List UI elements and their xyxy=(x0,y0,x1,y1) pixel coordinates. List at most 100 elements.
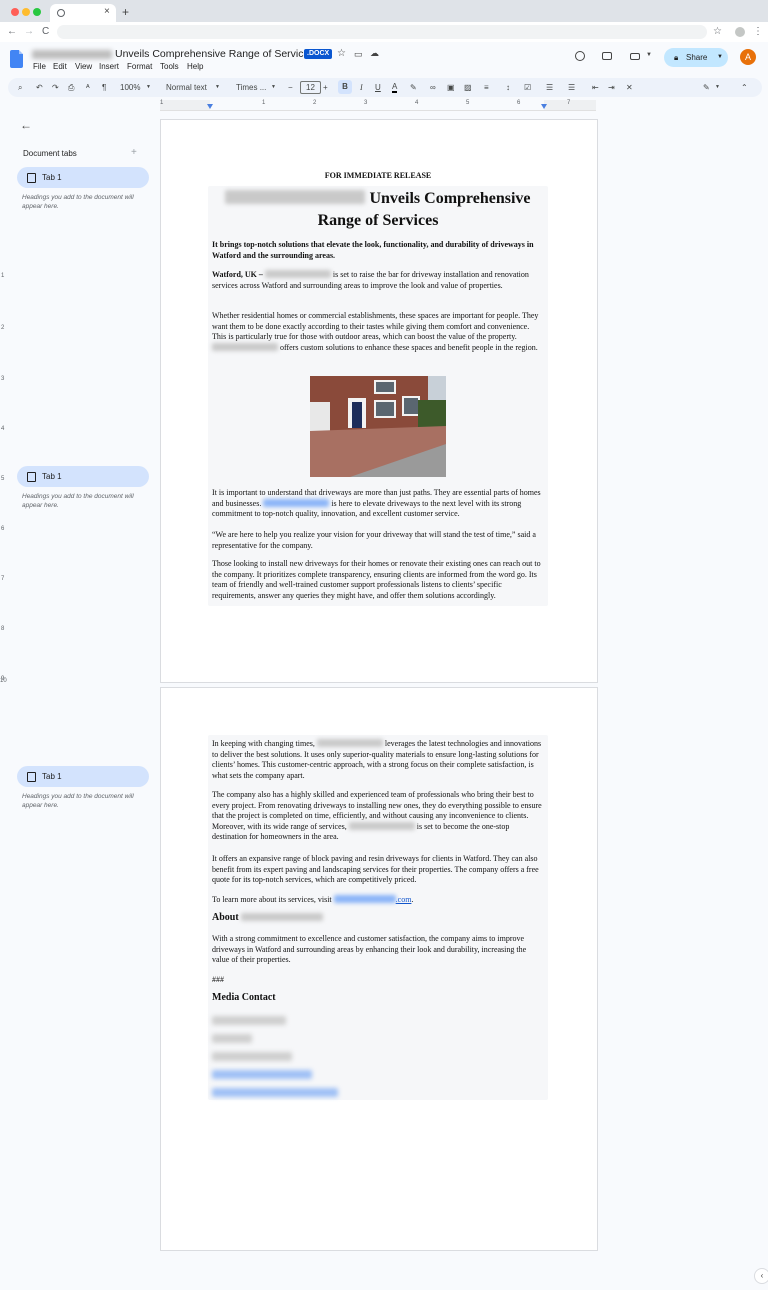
browser-tab[interactable]: × xyxy=(50,4,116,22)
minimize-window-icon[interactable] xyxy=(22,8,30,16)
align-icon[interactable]: ≡ xyxy=(484,82,489,93)
redacted-contact-website[interactable] xyxy=(212,1088,338,1097)
address-input[interactable] xyxy=(57,25,707,39)
increase-font-size-button[interactable]: + xyxy=(323,82,328,93)
menu-view[interactable]: View xyxy=(75,62,92,71)
reload-icon[interactable]: C xyxy=(42,25,49,39)
back-icon[interactable]: ← xyxy=(7,25,17,39)
menu-format[interactable]: Format xyxy=(127,62,152,71)
tab-hint: Headings you add to the document will ap… xyxy=(22,493,134,509)
website-link-suffix[interactable]: .com xyxy=(396,895,412,904)
menu-tools[interactable]: Tools xyxy=(160,62,179,71)
paragraph: To learn more about its services, visit … xyxy=(212,895,544,906)
account-avatar[interactable]: A xyxy=(740,49,756,65)
redacted-company-link[interactable] xyxy=(263,498,330,507)
redacted-website-link[interactable] xyxy=(333,895,396,903)
highlight-icon[interactable]: ✎ xyxy=(410,82,417,93)
numbered-list-icon[interactable]: ☰ xyxy=(568,82,575,93)
move-folder-icon[interactable]: ▭ xyxy=(354,49,363,60)
menu-insert[interactable]: Insert xyxy=(99,62,119,71)
italic-button[interactable]: I xyxy=(360,82,363,93)
share-button[interactable]: 🔒︎ Share ▼ xyxy=(664,48,728,67)
side-panel-toggle-icon[interactable]: ‹ xyxy=(754,1268,768,1284)
document-title[interactable]: Unveils Comprehensive Range of Services xyxy=(115,48,315,60)
increase-indent-icon[interactable]: ⇥ xyxy=(608,82,615,93)
clear-formatting-icon[interactable]: ✕ xyxy=(626,82,633,93)
style-select[interactable]: Normal text xyxy=(166,82,207,93)
profile-icon[interactable] xyxy=(735,27,745,37)
sidebar-tab-2[interactable]: Tab 1 xyxy=(17,466,149,487)
add-tab-button[interactable]: + xyxy=(131,147,137,158)
text-color-button[interactable]: A xyxy=(392,82,398,93)
spellcheck-icon[interactable]: ᴬ xyxy=(86,82,90,93)
meet-dropdown-icon[interactable]: ▼ xyxy=(646,52,652,58)
bold-button[interactable]: B xyxy=(338,80,352,94)
paragraph: Whether residential homes or commercial … xyxy=(212,311,544,353)
sidebar-tab-3[interactable]: Tab 1 xyxy=(17,766,149,787)
decrease-font-size-button[interactable]: − xyxy=(288,82,293,93)
new-tab-button[interactable]: + xyxy=(122,5,129,19)
menu-file[interactable]: File xyxy=(33,62,46,71)
undo-icon[interactable]: ↶ xyxy=(36,82,43,93)
ruler-number: 2 xyxy=(313,100,317,106)
paint-format-icon[interactable]: ¶ xyxy=(102,82,106,93)
release-label: FOR IMMEDIATE RELEASE xyxy=(324,171,432,180)
vruler-number: 2 xyxy=(1,325,5,331)
insert-image-icon[interactable]: ▨ xyxy=(464,82,472,93)
zoom-dropdown-icon[interactable]: ▼ xyxy=(146,82,151,93)
font-size-input[interactable]: 12 xyxy=(300,81,321,94)
about-heading: About xyxy=(212,912,544,924)
hide-menus-icon[interactable]: ⌃ xyxy=(741,82,748,93)
driveway-house-image[interactable] xyxy=(310,376,446,477)
version-history-icon[interactable] xyxy=(575,51,585,61)
comments-icon[interactable] xyxy=(602,52,612,60)
redacted-contact-line xyxy=(212,1034,252,1043)
paragraph-text: . xyxy=(411,895,414,904)
redacted-contact-email[interactable] xyxy=(212,1070,312,1079)
menu-help[interactable]: Help xyxy=(187,62,203,71)
left-indent-marker[interactable] xyxy=(207,104,213,109)
vruler-number: 8 xyxy=(1,626,5,632)
media-contact-heading: Media Contact xyxy=(212,992,276,1003)
link-icon[interactable]: ∞ xyxy=(430,82,436,93)
close-window-icon[interactable] xyxy=(11,8,19,16)
checklist-icon[interactable]: ☑ xyxy=(524,82,531,93)
add-comment-icon[interactable]: ▣ xyxy=(447,82,455,93)
vruler-number: 6 xyxy=(1,526,5,532)
tab-hint: Headings you add to the document will ap… xyxy=(22,194,134,210)
search-menus-icon[interactable]: ⌕ xyxy=(18,82,22,93)
document-tab-icon xyxy=(27,772,36,782)
paragraph: It is important to understand that drive… xyxy=(212,488,544,520)
editing-mode-icon[interactable]: ✎ xyxy=(703,82,710,93)
close-tab-icon[interactable]: × xyxy=(104,6,110,17)
right-indent-marker[interactable] xyxy=(541,104,547,109)
forward-icon[interactable]: → xyxy=(24,25,34,39)
decrease-indent-icon[interactable]: ⇤ xyxy=(592,82,599,93)
docs-logo-icon[interactable] xyxy=(10,50,23,68)
bulleted-list-icon[interactable]: ☰ xyxy=(546,82,553,93)
paragraph: The company also has a highly skilled an… xyxy=(212,790,544,843)
menu-edit[interactable]: Edit xyxy=(53,62,67,71)
browser-menu-icon[interactable]: ⋮ xyxy=(753,25,763,39)
redacted-company-name xyxy=(241,913,324,921)
share-dropdown-icon[interactable]: ▼ xyxy=(717,48,723,67)
font-select[interactable]: Times ... xyxy=(236,82,266,93)
ruler-number: 3 xyxy=(364,100,368,106)
bookmark-star-icon[interactable]: ☆ xyxy=(713,25,722,39)
font-dropdown-icon[interactable]: ▼ xyxy=(271,82,276,93)
end-mark: ### xyxy=(212,975,224,984)
line-spacing-icon[interactable]: ↕ xyxy=(506,82,510,93)
star-icon[interactable]: ☆ xyxy=(337,48,346,59)
print-icon[interactable]: ⎙ xyxy=(68,82,74,93)
maximize-window-icon[interactable] xyxy=(33,8,41,16)
redacted-company-name xyxy=(316,739,383,747)
redo-icon[interactable]: ↷ xyxy=(52,82,59,93)
style-dropdown-icon[interactable]: ▼ xyxy=(215,82,220,93)
back-arrow-icon[interactable]: ← xyxy=(20,118,32,132)
zoom-select[interactable]: 100% xyxy=(120,82,140,93)
meet-video-icon[interactable] xyxy=(630,53,640,60)
underline-button[interactable]: U xyxy=(375,82,381,93)
editing-mode-dropdown-icon[interactable]: ▼ xyxy=(715,82,720,93)
tab-hint: Headings you add to the document will ap… xyxy=(22,793,134,809)
sidebar-tab-1[interactable]: Tab 1 xyxy=(17,167,149,188)
